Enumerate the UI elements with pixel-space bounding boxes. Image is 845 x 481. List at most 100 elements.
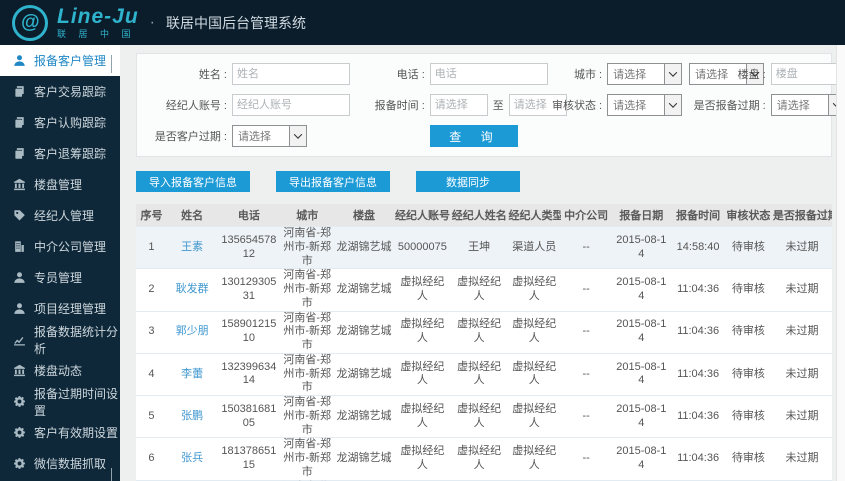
table-cell: 虚拟经纪人 [393,394,451,438]
table-cell: 虚拟经纪人 [393,310,451,354]
table-cell: 2015-08-14 [611,352,672,396]
sidebar-item-report-expiry-time-settings[interactable]: 报备过期时间设置 [0,386,120,418]
city-field: 城市 : 请选择 请选择 [518,63,765,85]
sidebar-item-project-manager-management[interactable]: 项目经理管理 [0,293,120,324]
data-sync-button[interactable]: 数据同步 [416,171,520,192]
table-cell: 待审核 [724,310,772,354]
column-header: 姓名 [166,204,218,227]
table-cell: 15038168105 [217,394,281,438]
table-row: 2 耿发群 13012930531 河南省-郑州市-新郑市 龙湖锦艺城 虚拟经纪人 虚拟经纪… [136,268,832,311]
select-arrow-button [827,95,836,115]
customer-name-link[interactable]: 李蕾 [166,352,218,396]
table-header: 序号 姓名 电话 城市 楼盘 经纪人账号 经纪人姓名 经纪人类型 中介公司 报备日期 报备时间 审核状… [136,204,832,227]
sidebar-item-agency-company-management[interactable]: 中介公司管理 [0,231,120,262]
query-button[interactable]: 查 询 [429,125,519,147]
sidebar-item-label: 客户认购跟踪 [34,116,107,130]
table-cell: 2 [136,268,167,311]
sidebar-item-specialist-management[interactable]: 专员管理 [0,262,120,293]
table-cell: 15890121510 [217,310,281,354]
column-header: 序号 [136,204,167,227]
table-cell: 河南省-郑州市-新郑市 [280,352,334,396]
audit-status-select[interactable]: 请选择 [607,94,683,116]
report-time-start-input[interactable] [429,94,488,116]
sidebar-item-label: 项目经理管理 [34,302,107,316]
sidebar-scroll-down-icon[interactable] [111,468,118,481]
table-cell: 13239963414 [217,352,281,396]
name-input[interactable] [232,63,350,85]
sidebar-item-label: 客户有效期设置 [34,426,119,440]
table-cell: 虚拟经纪人 [393,352,451,396]
sidebar-item-customer-transaction-tracking[interactable]: 客户交易跟踪 [0,76,120,107]
customer-name-link[interactable]: 张鹏 [166,394,218,438]
sidebar-item-label: 报备数据统计分析 [34,324,119,356]
column-header: 经纪人账号 [393,204,451,227]
column-header: 城市 [280,204,334,227]
track-icon [13,85,26,98]
page-scrollbar[interactable] [836,45,845,481]
sidebar-item-label: 楼盘管理 [34,178,83,192]
table-row: 6 张兵 18137865115 河南省-郑州市-新郑市 龙湖锦艺城 虚拟经纪人 虚拟经纪人… [136,437,832,480]
export-report-customers-button[interactable]: 导出报备客户信息 [276,171,390,192]
app-window: @ Line-Ju 联 居 中 国 · 联居中国后台管理系统 报备客户管理 客户交… [0,0,845,481]
table-cell: 虚拟经纪人 [507,394,562,438]
table-cell: 龙湖锦艺城 [334,310,394,354]
filter-row: 姓名 :电话 :城市 :请选择请选择楼盘 : [143,63,836,85]
column-header: 电话 [217,204,281,227]
table-cell: 13012930531 [217,268,281,311]
table-cell: 待审核 [724,352,772,396]
table-cell: 河南省-郑州市-新郑市 [280,310,334,354]
city-label: 城市 : [573,69,603,81]
agent-account-input[interactable] [232,94,350,116]
select-value: 请选择 [776,100,810,112]
sidebar-item-property-management[interactable]: 楼盘管理 [0,169,120,200]
select-arrow-button [664,95,682,115]
select-value: 请选择 [613,100,647,112]
table-cell: 5 [136,394,167,438]
column-header: 报备日期 [611,204,672,227]
sidebar-item-report-data-statistics[interactable]: 报备数据统计分析 [0,324,120,356]
table-cell: 4 [136,352,167,396]
table-cell: 11:04:36 [671,310,725,354]
table-cell: 未过期 [771,437,832,480]
city-province-select[interactable]: 请选择 [607,63,683,85]
table-cell: 龙湖锦艺城 [334,225,394,269]
sidebar-item-customer-refund-tracking[interactable]: 客户退筹跟踪 [0,138,120,169]
select-value: 请选择 [613,69,647,81]
gear-icon [13,457,26,470]
select-value: 请选择 [238,131,271,143]
table-cell: 2015-08-14 [611,225,672,269]
sidebar-item-wechat-data-capture[interactable]: 微信数据抓取 [0,448,120,479]
customer-expired-label: 是否客户过期 : [154,131,227,143]
sidebar-scroll-up-icon[interactable] [111,55,118,73]
table-cell: 渠道人员 [507,225,562,269]
customer-name-link[interactable]: 郭少朋 [166,310,218,354]
report-expired-select[interactable]: 请选择 [770,94,836,116]
sidebar-item-report-customer-management[interactable]: 报备客户管理 [0,45,120,76]
table-cell: 2015-08-14 [611,268,672,311]
phone-label: 电话 : [396,69,425,81]
sidebar-item-property-news[interactable]: 楼盘动态 [0,355,120,386]
customer-name-link[interactable]: 耿发群 [166,268,218,311]
table-cell: 未过期 [771,225,832,269]
sidebar-item-customer-subscription-tracking[interactable]: 客户认购跟踪 [0,107,120,138]
customer-expired-select[interactable]: 请选择 [232,125,307,147]
filter-panel: 姓名 :电话 :城市 :请选择请选择楼盘 :经纪人账号 :报备时间 :至审核状态… [136,53,836,157]
report-time-field: 报备时间 : 至 [341,94,567,116]
customer-name-link[interactable]: 张兵 [166,437,218,480]
table-cell: -- [561,437,612,480]
import-report-customers-button[interactable]: 导入报备客户信息 [136,171,250,192]
table-cell: 11:04:36 [671,268,725,311]
sidebar-item-label: 经纪人管理 [34,209,95,223]
property-input[interactable] [770,63,836,85]
table-cell: 待审核 [724,268,772,311]
building-icon [13,240,26,253]
customer-name-link[interactable]: 王素 [166,225,218,269]
table-cell: 河南省-郑州市-新郑市 [280,437,334,480]
sidebar-item-agent-management[interactable]: 经纪人管理 [0,200,120,231]
table-cell: -- [561,352,612,396]
table-cell: 河南省-郑州市-新郑市 [280,394,334,438]
query-button-cell: 查 询 [341,125,519,147]
name-field: 姓名 : [143,63,350,85]
table-cell: 3 [136,310,167,354]
sidebar-item-customer-validity-settings[interactable]: 客户有效期设置 [0,417,120,448]
